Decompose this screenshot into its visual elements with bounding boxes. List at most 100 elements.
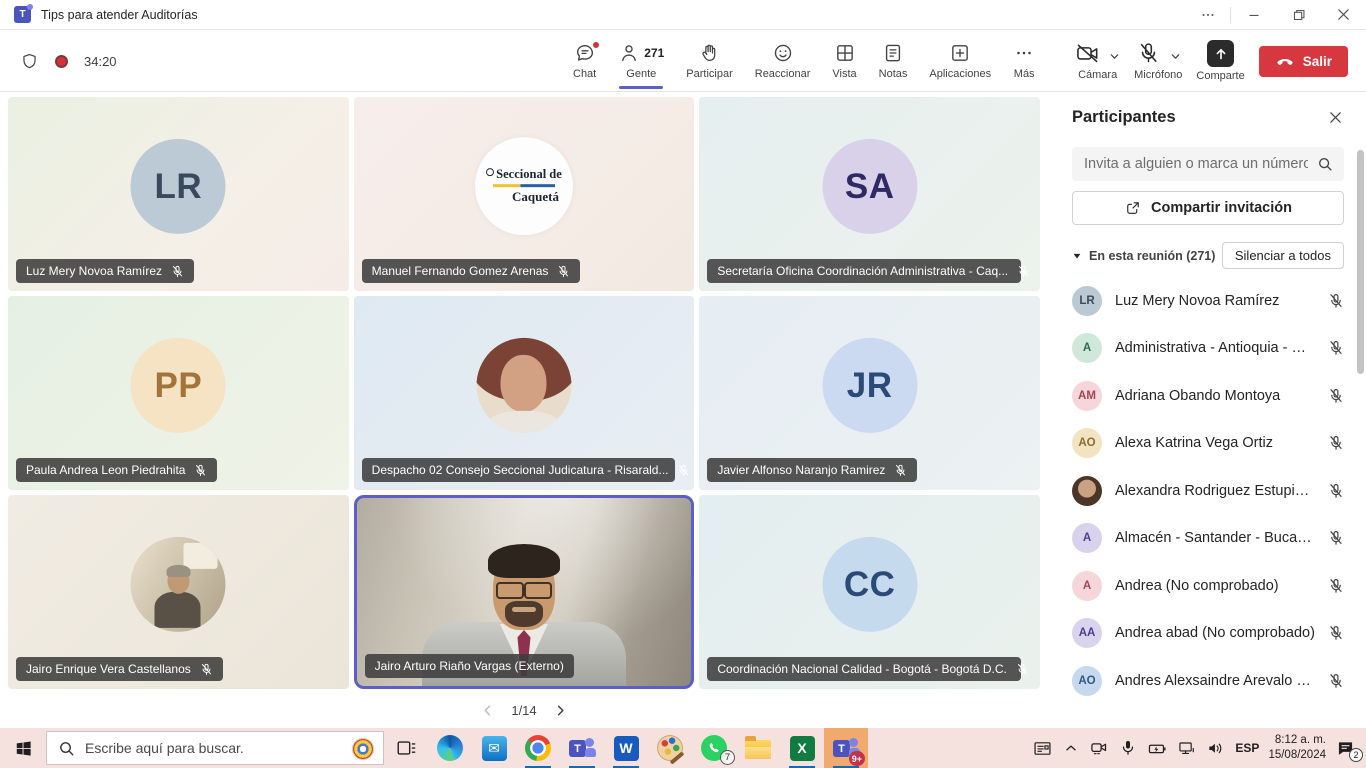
participant-tile[interactable]: Jairo Enrique Vera Castellanos [8, 495, 349, 689]
tab-more[interactable]: Más [1002, 30, 1046, 90]
close-button[interactable] [1321, 0, 1366, 29]
camera-tray-icon[interactable] [1089, 738, 1109, 758]
taskbar-clock[interactable]: 8:12 a. m. 15/08/2024 [1268, 733, 1326, 763]
mic-off-icon[interactable] [1328, 293, 1344, 309]
participant-row[interactable]: AA Andrea abad (No comprobado) [1072, 610, 1344, 658]
tab-apps[interactable]: Aplicaciones [918, 30, 1002, 90]
taskbar-word[interactable]: W [604, 728, 648, 768]
mic-off-icon [194, 464, 207, 477]
participant-row[interactable]: A Administrativa - Antioquia - M... [1072, 325, 1344, 373]
participant-tile[interactable]: LR Luz Mery Novoa Ramírez [8, 97, 349, 291]
taskbar-file-explorer[interactable] [736, 728, 780, 768]
camera-button[interactable]: Cámara [1075, 41, 1120, 81]
taskbar-chrome[interactable] [516, 728, 560, 768]
task-view-button[interactable] [384, 728, 428, 768]
mic-off-icon [894, 464, 907, 477]
share-button[interactable]: Comparte [1196, 40, 1244, 82]
taskbar-paint[interactable] [648, 728, 692, 768]
notification-center-button[interactable]: 2 [1335, 738, 1356, 759]
participant-name-chip: Coordinación Nacional Calidad - Bogotá -… [707, 657, 1020, 681]
share-invitation-button[interactable]: Compartir invitación [1072, 191, 1344, 225]
microphone-button[interactable]: Micrófono [1134, 41, 1182, 81]
close-panel-icon[interactable] [1327, 109, 1344, 126]
panel-scrollbar[interactable] [1357, 150, 1364, 374]
mic-off-icon[interactable] [1328, 483, 1344, 499]
avatar: CC [822, 537, 917, 632]
window-menu-button[interactable] [1185, 0, 1230, 29]
tab-raise-hand[interactable]: Participar [675, 30, 743, 90]
tab-chat[interactable]: Chat [562, 30, 607, 90]
more-dots-icon [1013, 42, 1035, 64]
mute-all-button[interactable]: Silenciar a todos [1222, 242, 1344, 269]
whatsapp-badge: 7 [720, 750, 735, 765]
teams-notification-badge: 9+ [849, 751, 865, 766]
collapse-triangle-icon [1072, 251, 1082, 261]
tab-react[interactable]: Reaccionar [744, 30, 822, 90]
volume-tray-icon[interactable] [1206, 738, 1226, 758]
participant-row[interactable]: LR Luz Mery Novoa Ramírez [1072, 277, 1344, 325]
file-explorer-icon [745, 740, 771, 759]
people-count: 271 [644, 46, 664, 60]
taskbar-whatsapp[interactable]: 7 [692, 728, 736, 768]
participant-row[interactable]: A Almacén - Santander - Bucara... [1072, 515, 1344, 563]
share-tray-icon [1207, 40, 1234, 67]
participant-tile[interactable]: JR Javier Alfonso Naranjo Ramirez [699, 296, 1040, 490]
paint-icon [657, 735, 683, 761]
widgets-tray-icon[interactable] [1032, 738, 1053, 759]
tab-notes[interactable]: Notas [868, 30, 919, 90]
mic-off-icon [200, 663, 213, 676]
mic-off-icon[interactable] [1328, 578, 1344, 594]
taskbar-excel[interactable]: X [780, 728, 824, 768]
panel-title: Participantes [1072, 108, 1176, 127]
tray-expand-chevron-icon[interactable] [1062, 739, 1080, 757]
restore-button[interactable] [1276, 0, 1321, 29]
page-indicator: 1/14 [511, 703, 536, 718]
search-icon [58, 740, 75, 757]
camera-chevron-icon[interactable] [1109, 51, 1120, 62]
page-next-icon[interactable] [553, 703, 568, 718]
leave-button[interactable]: Salir [1259, 46, 1348, 77]
avatar: A [1072, 571, 1102, 601]
participant-row[interactable]: AO Alexa Katrina Vega Ortiz [1072, 420, 1344, 468]
microphone-chevron-icon[interactable] [1170, 51, 1181, 62]
participant-tile[interactable]: CC Coordinación Nacional Calidad - Bogot… [699, 495, 1040, 689]
minimize-button[interactable] [1231, 0, 1276, 29]
participant-name-chip: Secretaría Oficina Coordinación Administ… [707, 259, 1020, 283]
page-previous-icon[interactable] [480, 703, 495, 718]
participant-name-chip: Javier Alfonso Naranjo Ramirez [707, 458, 917, 482]
mic-off-icon [1016, 663, 1029, 676]
mic-off-icon[interactable] [1328, 673, 1344, 689]
participant-tile[interactable]: Seccional de Caquetá Manuel Fernando Gom… [354, 97, 695, 291]
tab-view[interactable]: Vista [821, 30, 867, 90]
microphone-tray-icon[interactable] [1118, 738, 1138, 758]
taskbar-teams-active[interactable]: T 9+ [824, 728, 868, 768]
language-indicator[interactable]: ESP [1235, 741, 1259, 755]
mic-off-icon[interactable] [1328, 625, 1344, 641]
photo-avatar [1072, 476, 1102, 506]
tab-people[interactable]: 271 Gente [607, 30, 675, 90]
taskbar-teams[interactable]: T [560, 728, 604, 768]
taskbar-mail[interactable]: ✉ [472, 728, 516, 768]
mic-off-icon[interactable] [1328, 530, 1344, 546]
in-meeting-section-toggle[interactable]: En esta reunión (271) [1072, 249, 1215, 263]
participant-row[interactable]: Alexandra Rodriguez Estupiñan [1072, 467, 1344, 515]
participant-tile[interactable]: PP Paula Andrea Leon Piedrahita [8, 296, 349, 490]
participant-row[interactable]: A Andrea (No comprobado) [1072, 562, 1344, 610]
invite-search-input[interactable] [1072, 147, 1344, 181]
avatar: AO [1072, 666, 1102, 696]
mic-off-icon[interactable] [1328, 340, 1344, 356]
network-tray-icon[interactable] [1177, 738, 1197, 758]
start-button[interactable] [0, 728, 46, 768]
notification-badge: 2 [1349, 748, 1363, 762]
mic-off-icon[interactable] [1328, 435, 1344, 451]
logo-divider [493, 184, 555, 187]
participant-tile-speaking[interactable]: Jairo Arturo Riaño Vargas (Externo) [354, 495, 695, 689]
mic-off-icon[interactable] [1328, 388, 1344, 404]
participant-row[interactable]: AO Andres Alexsaindre Arevalo Os... [1072, 657, 1344, 705]
participant-tile[interactable]: Despacho 02 Consejo Seccional Judicatura… [354, 296, 695, 490]
taskbar-edge[interactable] [428, 728, 472, 768]
battery-tray-icon[interactable] [1147, 738, 1168, 759]
participant-tile[interactable]: SA Secretaría Oficina Coordinación Admin… [699, 97, 1040, 291]
participant-row[interactable]: AM Adriana Obando Montoya [1072, 372, 1344, 420]
taskbar-search-input[interactable] [47, 732, 383, 764]
